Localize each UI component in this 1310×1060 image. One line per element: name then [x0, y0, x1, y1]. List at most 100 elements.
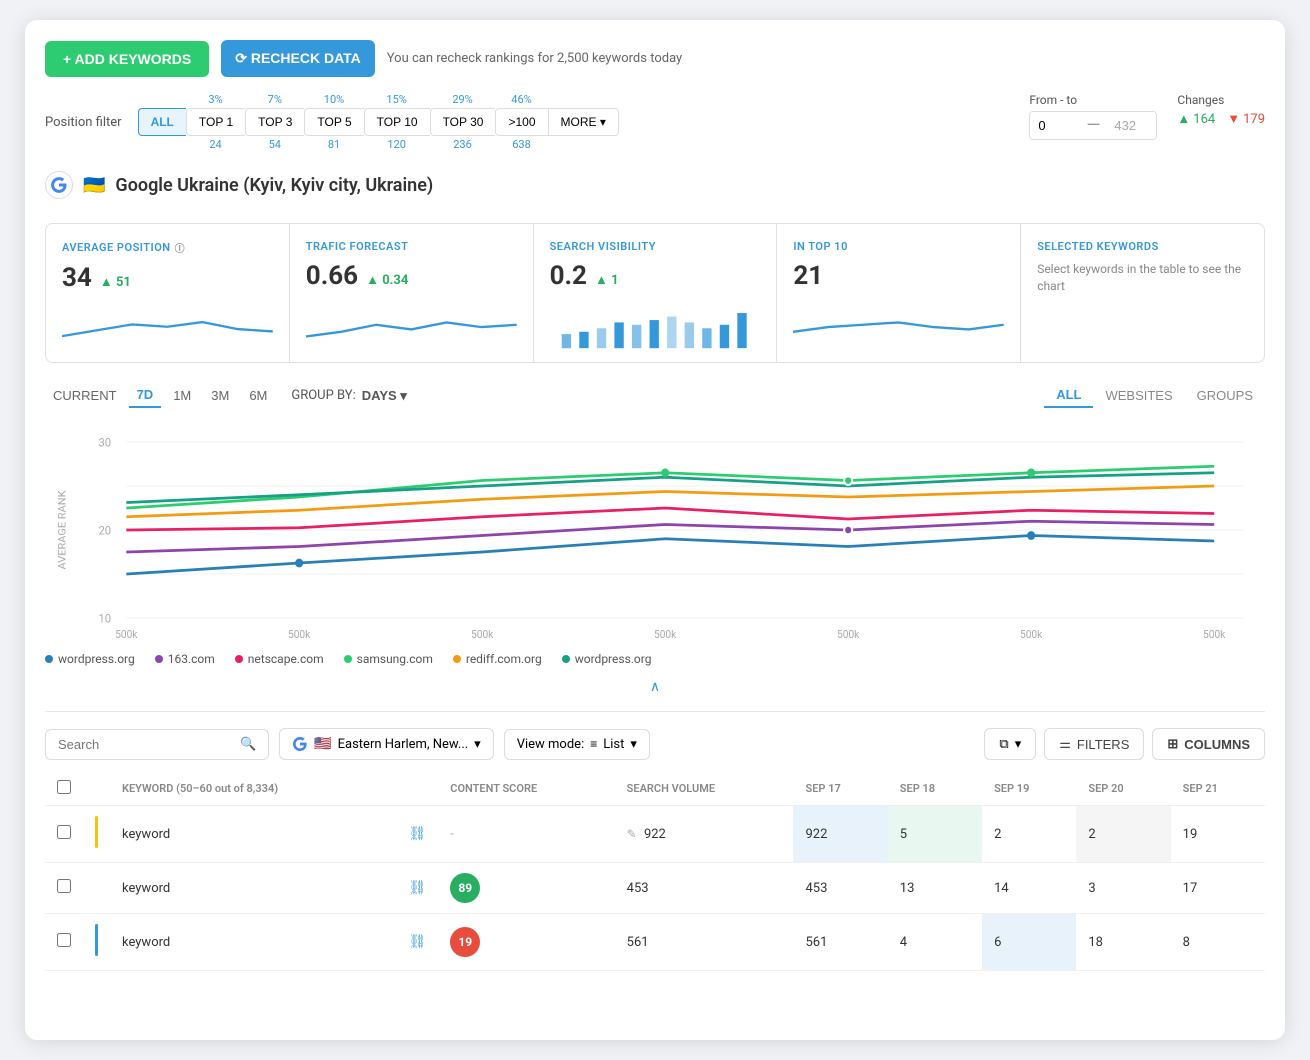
- location-chevron: ▾: [474, 737, 481, 752]
- search-volume-1: ✎ 922: [615, 806, 794, 863]
- table-header-row: KEYWORD (50–60 out of 8,334) CONTENT SCO…: [45, 772, 1265, 806]
- svg-text:500k: 500k: [837, 627, 860, 640]
- copy-icon: ⧉: [999, 736, 1008, 752]
- col-sep19: SEP 19: [982, 772, 1076, 806]
- legend-wordpress1: wordpress.org: [45, 652, 135, 666]
- pf-btn-top3[interactable]: TOP 3: [245, 108, 304, 136]
- list-icon: ≡: [590, 737, 597, 751]
- score-badge-3: 19: [450, 927, 480, 957]
- sep17-3: 561: [793, 914, 887, 971]
- pf-btn-top10[interactable]: TOP 10: [364, 108, 430, 136]
- row-checkbox-2[interactable]: [57, 879, 71, 893]
- pf-btn-top30[interactable]: TOP 30: [430, 108, 496, 136]
- section-divider: [45, 711, 1265, 712]
- tab-6m[interactable]: 6M: [241, 384, 275, 407]
- top-toolbar: + ADD KEYWORDS ⟳ RECHECK DATA You can re…: [45, 40, 1265, 77]
- pf-btn-all[interactable]: ALL: [138, 108, 186, 136]
- filters-button[interactable]: ⚌ FILTERS: [1044, 728, 1144, 760]
- columns-button[interactable]: ⊞ COLUMNS: [1152, 728, 1265, 760]
- tab-7d[interactable]: 7D: [129, 383, 162, 408]
- change-down: ▼ 179: [1227, 111, 1265, 127]
- svg-text:500k: 500k: [288, 627, 311, 640]
- row-indicator-1: [95, 816, 98, 848]
- copy-button[interactable]: ⧉ ▾: [984, 728, 1036, 760]
- link-icon-1[interactable]: ⛓: [408, 826, 426, 842]
- col-sep20: SEP 20: [1076, 772, 1170, 806]
- to-input[interactable]: [1106, 112, 1156, 139]
- recheck-note: You can recheck rankings for 2,500 keywo…: [387, 51, 682, 66]
- link-icon-3[interactable]: ⛓: [408, 934, 426, 950]
- col-content-score: CONTENT SCORE: [438, 772, 614, 806]
- tab-1m[interactable]: 1M: [165, 384, 199, 407]
- svg-text:10: 10: [99, 611, 112, 626]
- view-tab-groups[interactable]: GROUPS: [1185, 383, 1265, 408]
- search-volume-3: 561: [615, 914, 794, 971]
- content-score-2: 89: [438, 863, 614, 914]
- add-keywords-button[interactable]: + ADD KEYWORDS: [45, 41, 209, 77]
- collapse-button[interactable]: ∧: [650, 678, 660, 695]
- svg-text:20: 20: [99, 523, 112, 538]
- search-icon: 🔍: [240, 737, 256, 752]
- keyword-cell-1: keyword: [110, 806, 396, 863]
- tab-3m[interactable]: 3M: [203, 384, 237, 407]
- row-checkbox-1[interactable]: [57, 825, 71, 839]
- view-mode-selector[interactable]: View mode: ≡ List ▾: [504, 729, 650, 760]
- view-tab-all[interactable]: ALL: [1044, 383, 1093, 408]
- sep21-2: 17: [1171, 863, 1265, 914]
- row-checkbox-3[interactable]: [57, 933, 71, 947]
- google-title: Google Ukraine (Kyiv, Kyiv city, Ukraine…: [115, 175, 433, 196]
- search-volume-2: 453: [615, 863, 794, 914]
- svg-text:AVERAGE RANK: AVERAGE RANK: [56, 490, 68, 569]
- svg-text:500k: 500k: [654, 627, 677, 640]
- info-icon-avg[interactable]: ⓘ: [175, 240, 186, 255]
- score-badge-2: 89: [450, 873, 480, 903]
- tab-current[interactable]: CURRENT: [45, 384, 125, 407]
- svg-text:500k: 500k: [1020, 627, 1043, 640]
- col-sep18: SEP 18: [888, 772, 982, 806]
- sep18-3: 4: [888, 914, 982, 971]
- view-tabs: ALL WEBSITES GROUPS: [1044, 383, 1265, 408]
- sep21-1: 19: [1171, 806, 1265, 863]
- search-input[interactable]: [58, 737, 234, 752]
- collapse-chart-section: ∧: [45, 678, 1265, 695]
- keyword-cell-3: keyword: [110, 914, 396, 971]
- from-input[interactable]: [1030, 112, 1080, 139]
- svg-text:30: 30: [99, 435, 112, 450]
- google-logo: [45, 171, 73, 199]
- pf-btn-top5[interactable]: TOP 5: [304, 108, 363, 136]
- table-row: keyword ⛓ 89 453 453 13 14 3 17: [45, 863, 1265, 914]
- country-flag: 🇺🇦: [83, 175, 105, 196]
- sparkline-top10: [793, 299, 1004, 352]
- col-search-volume: SEARCH VOLUME: [615, 772, 794, 806]
- svg-text:500k: 500k: [1203, 627, 1226, 640]
- table-toolbar: 🔍 🇺🇸 Eastern Harlem, New... ▾ View mode:…: [45, 728, 1265, 760]
- link-icon-2[interactable]: ⛓: [408, 880, 426, 896]
- edit-icon-1[interactable]: ✎: [627, 827, 637, 841]
- changes-filter: Changes ▲ 164 ▼ 179: [1177, 93, 1265, 127]
- pf-btn-top1[interactable]: TOP 1: [186, 108, 245, 136]
- location-selector[interactable]: 🇺🇸 Eastern Harlem, New... ▾: [279, 728, 494, 760]
- col-sep21: SEP 21: [1171, 772, 1265, 806]
- pf-btn-more[interactable]: MORE ▾: [548, 108, 619, 136]
- chart-legend: wordpress.org 163.com netscape.com samsu…: [45, 648, 1265, 670]
- metric-visibility: SEARCH VISIBILITY 0.2 ▲ 1: [534, 224, 777, 362]
- legend-samsung: samsung.com: [344, 652, 433, 666]
- position-filter-label: Position filter: [45, 115, 122, 130]
- timeline-controls: CURRENT 7D 1M 3M 6M GROUP BY: DAYS ▾ ALL…: [45, 383, 1265, 408]
- view-tab-websites[interactable]: WEBSITES: [1093, 383, 1184, 408]
- main-chart: 30 20 10 AVERAGE RANK 500k 500k 500k 500…: [45, 420, 1265, 640]
- pf-btn-gt100[interactable]: >100: [495, 108, 547, 136]
- sparkline-avg-position: [62, 301, 273, 354]
- row-indicator-3: [95, 924, 98, 956]
- google-row: 🇺🇦 Google Ukraine (Kyiv, Kyiv city, Ukra…: [45, 163, 1265, 207]
- google-icon-small: [292, 736, 308, 752]
- metric-cards: AVERAGE POSITION ⓘ 34 ▲ 51 TRAFIC FORECA…: [45, 223, 1265, 363]
- group-by-select[interactable]: DAYS ▾: [362, 388, 407, 404]
- metric-top10: IN TOP 10 21: [777, 224, 1020, 362]
- copy-dropdown: ▾: [1015, 736, 1022, 752]
- view-mode-value: List: [603, 737, 624, 752]
- select-all-checkbox[interactable]: [57, 780, 71, 794]
- legend-163: 163.com: [155, 652, 215, 666]
- recheck-data-button[interactable]: ⟳ RECHECK DATA: [221, 40, 375, 77]
- table-row: keyword ⛓ 19 561 561 4 6 18 8: [45, 914, 1265, 971]
